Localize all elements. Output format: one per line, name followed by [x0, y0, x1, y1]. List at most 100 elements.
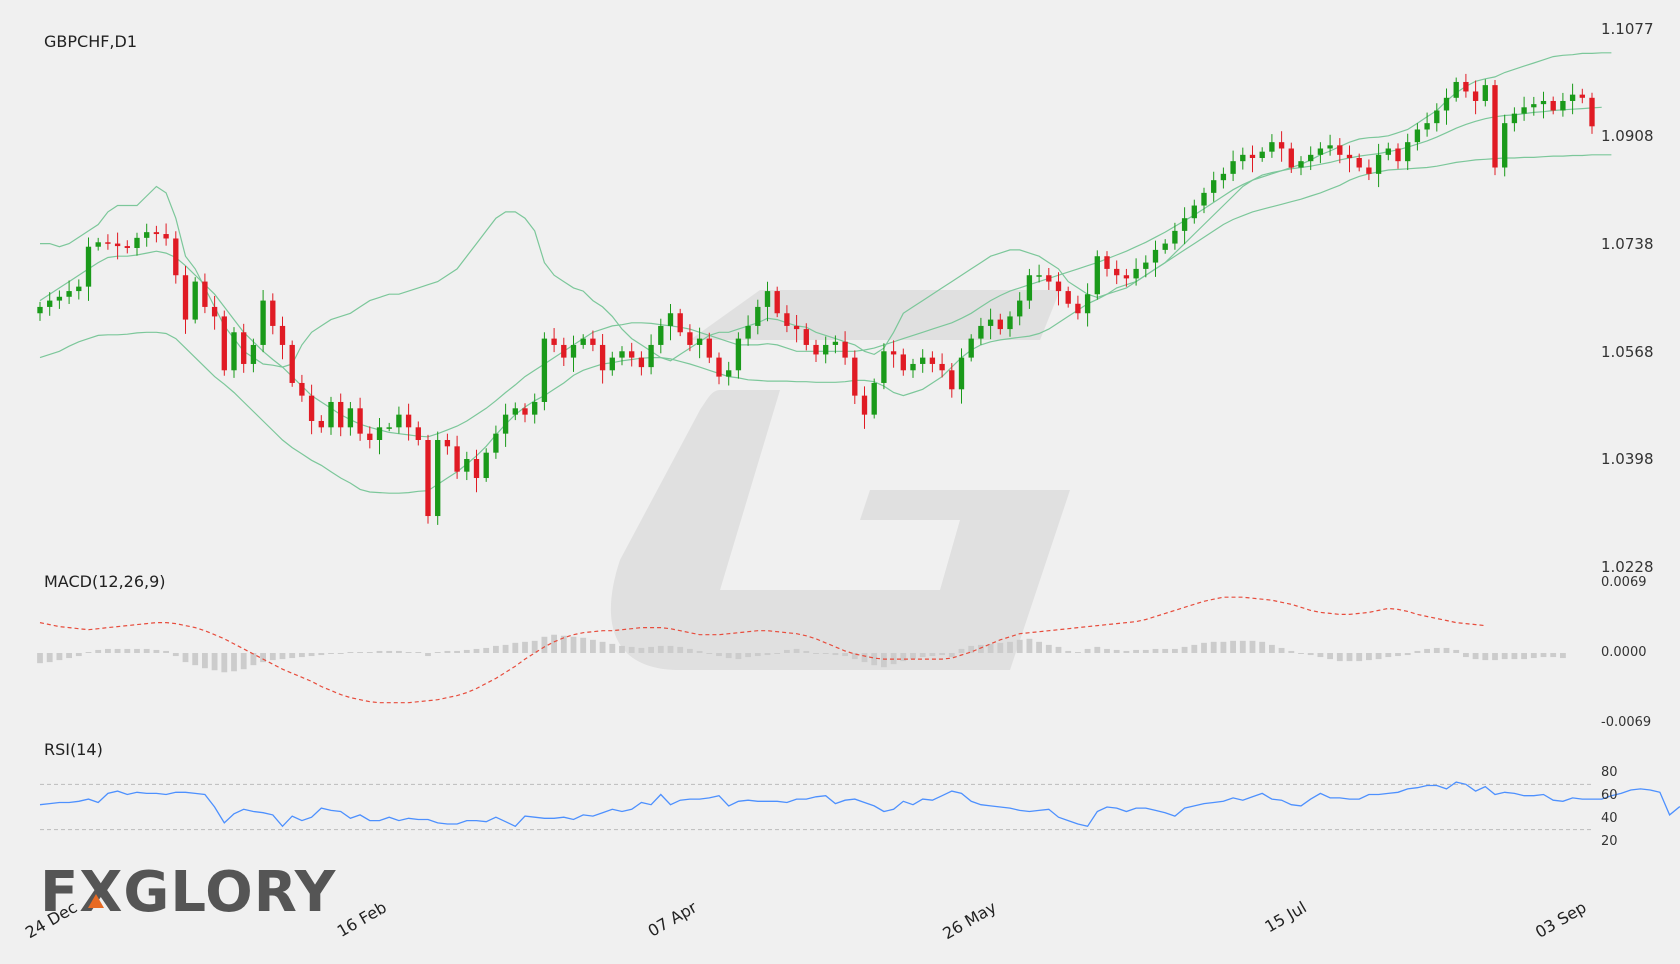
candle-body: [619, 351, 625, 358]
candle-body: [318, 420, 324, 428]
candle-body: [890, 351, 897, 355]
candle-body: [1385, 148, 1391, 155]
macd-histogram-bar: [1433, 647, 1440, 653]
candle-body: [1463, 81, 1469, 92]
candle-body: [1249, 154, 1256, 159]
candle-body: [852, 357, 858, 396]
candle-body: [124, 246, 130, 248]
candle-body: [735, 338, 742, 371]
candle-body: [832, 341, 839, 345]
candle-body: [1434, 110, 1440, 124]
macd-histogram-bar: [1045, 644, 1052, 653]
macd-histogram-bar: [745, 653, 752, 658]
macd-histogram-bar: [1055, 646, 1062, 653]
macd-histogram-bar: [405, 651, 412, 653]
candle-body: [493, 433, 499, 453]
macd-histogram-bar: [1094, 646, 1101, 653]
candle-body: [696, 338, 703, 345]
macd-histogram-bar: [1336, 653, 1343, 662]
macd-histogram-bar: [1424, 648, 1431, 653]
macd-histogram-bar: [774, 653, 781, 654]
macd-histogram-bar: [861, 653, 868, 663]
macd-histogram-bar: [1375, 653, 1382, 660]
candle-body: [968, 338, 974, 358]
candle-body: [1065, 291, 1071, 304]
macd-histogram-bar: [551, 634, 558, 653]
candle-body: [1492, 85, 1498, 168]
candle-body: [1579, 94, 1585, 98]
candle-body: [37, 306, 43, 314]
candle-body: [1540, 100, 1547, 105]
macd-histogram-bar: [628, 646, 635, 653]
candle-body: [1395, 148, 1401, 162]
chart-root: GBPCHF,D1 MACD(12,26,9) RSI(14) 1.1077 1…: [0, 0, 1680, 960]
macd-histogram-bar: [1065, 650, 1072, 653]
candle-body: [1414, 129, 1421, 143]
candle-body: [1211, 180, 1217, 193]
rsi-title: RSI(14): [44, 740, 103, 759]
candle-body: [1259, 151, 1265, 159]
rsi-line: [39, 781, 1680, 828]
candle-body: [376, 427, 383, 440]
candle-body: [1531, 104, 1537, 108]
macd-histogram-bar: [192, 653, 199, 666]
candle-body: [774, 291, 780, 314]
macd-histogram-bar: [580, 637, 587, 653]
macd-histogram-bar: [269, 653, 276, 661]
macd-histogram-bar: [85, 651, 92, 653]
macd-histogram-bar: [163, 650, 170, 653]
macd-histogram-bar: [1530, 653, 1537, 659]
candle-body: [1569, 94, 1576, 101]
macd-histogram-bar: [153, 649, 160, 653]
macd-histogram-bar: [473, 648, 480, 653]
candle-body: [1560, 100, 1566, 111]
candle-body: [706, 338, 712, 358]
macd-histogram-bar: [929, 653, 936, 657]
macd-histogram-bar: [541, 636, 548, 653]
candle-body: [1114, 268, 1120, 276]
candle-body: [667, 313, 674, 326]
macd-histogram-bar: [754, 653, 761, 657]
bollinger-middle-line: [39, 106, 1602, 438]
macd-histogram-bar: [95, 649, 102, 653]
macd-histogram-bar: [143, 648, 150, 653]
candle-body: [920, 357, 926, 364]
candle-body: [260, 300, 266, 345]
candle-body: [1181, 218, 1188, 231]
macd-histogram-bar: [871, 653, 878, 666]
candle-body: [483, 452, 489, 479]
candle-body: [85, 246, 92, 287]
macd-histogram-bar: [1220, 641, 1227, 653]
macd-histogram-bar: [1123, 650, 1130, 653]
candle-body: [47, 300, 53, 307]
candle-body: [1366, 167, 1372, 174]
candle-body: [1550, 100, 1556, 111]
macd-histogram-bar: [919, 653, 926, 658]
macd-histogram-bar: [619, 645, 625, 653]
candle-body: [144, 232, 150, 238]
macd-histogram-bar: [240, 653, 247, 670]
price-chart-title: GBPCHF,D1: [44, 32, 138, 51]
macd-histogram-bar: [522, 641, 528, 653]
candle-body: [1152, 249, 1159, 263]
candle-body: [1424, 123, 1430, 130]
candle-body: [56, 296, 63, 301]
candle-body: [1308, 154, 1314, 162]
macd-histogram-bar: [46, 653, 53, 663]
candle-body: [1017, 300, 1023, 317]
candle-body: [1026, 275, 1033, 301]
candle-body: [1317, 148, 1324, 155]
macd-histogram-bar: [813, 653, 819, 654]
candle-body: [716, 357, 722, 377]
macd-histogram-bar: [425, 653, 431, 657]
macd-histogram-bar: [1550, 653, 1557, 658]
candle-body: [1094, 256, 1100, 295]
candle-body: [784, 313, 790, 326]
candle-body: [289, 344, 295, 383]
macd-histogram-bar: [1074, 651, 1081, 653]
macd-histogram-bar: [570, 636, 577, 653]
candle-body: [454, 446, 460, 472]
candle-body: [764, 291, 771, 307]
candle-body: [1511, 113, 1518, 124]
macd-histogram-bar: [1181, 646, 1188, 653]
